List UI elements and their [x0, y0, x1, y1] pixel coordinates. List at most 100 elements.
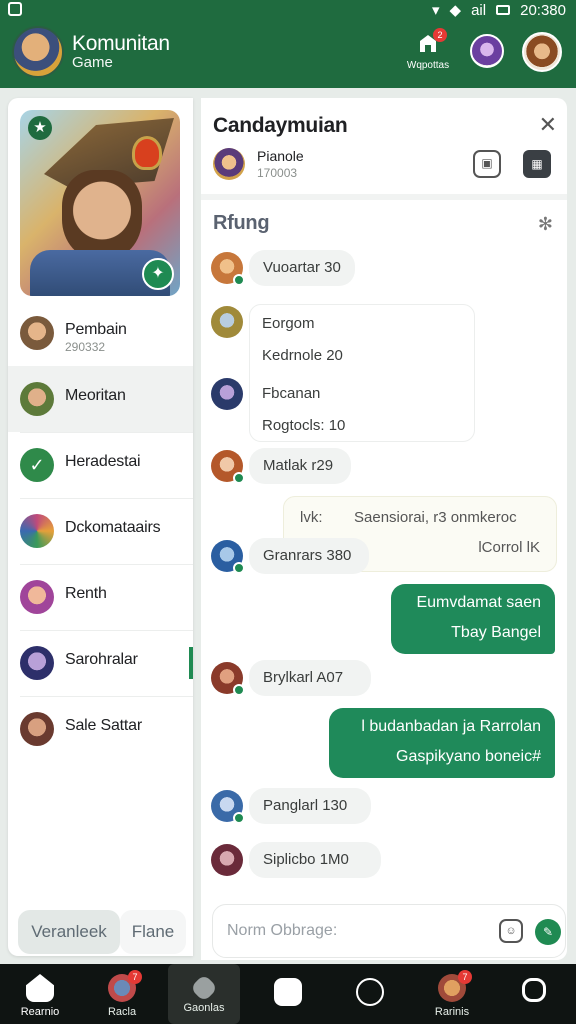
nav-badge: 7	[128, 970, 142, 984]
hero-face	[62, 170, 142, 260]
grid-icon[interactable]: ▦	[523, 150, 551, 178]
nav-label: Rarinis	[434, 1006, 470, 1018]
status-app-icon	[8, 2, 22, 16]
send-icon[interactable]: ✎	[535, 919, 561, 945]
close-icon[interactable]: ✕	[539, 112, 557, 138]
online-indicator	[233, 812, 245, 824]
sidebar-item-label: Pembain	[65, 321, 127, 338]
nav-item-racla[interactable]: 7 Racla	[86, 964, 158, 1024]
card-line: Fbcanan	[262, 385, 321, 402]
sidebar-item-pembain[interactable]: Pembain 290332	[8, 300, 193, 366]
system-text: lvk:	[300, 509, 323, 526]
hero-action-button[interactable]: ✦	[142, 258, 174, 290]
status-right: ▾ ◆ ail 20:380	[432, 1, 566, 20]
message-composer[interactable]: Norm Obbrage: ☺ ✎	[212, 904, 566, 958]
message-bubble: Brylkarl A07	[249, 660, 371, 696]
pill-selected[interactable]: Veranleek	[18, 910, 120, 954]
outgoing-line: Tbay Bangel	[451, 624, 541, 641]
avatar[interactable]	[211, 378, 243, 410]
notifications-button[interactable]: 2 Wqpottas	[402, 28, 454, 71]
sidebar-item-label: Renth	[65, 585, 107, 602]
notifications-badge: 2	[433, 28, 447, 42]
avatar	[20, 580, 54, 614]
gamepad-icon	[274, 978, 302, 1006]
avatar-icon: 7	[438, 970, 472, 1002]
carrier-text: ail	[471, 1, 487, 19]
nav-label: Rearnio	[20, 1006, 60, 1018]
app-logo[interactable]	[12, 26, 64, 78]
notifications-label: Wqpottas	[406, 60, 450, 71]
sidebar-item-meoritan[interactable]: Meoritan	[8, 366, 193, 432]
sidebar-item-label: Sarohralar	[65, 651, 138, 668]
message-bubble: Vuoartar 30	[249, 250, 355, 286]
avatar[interactable]	[211, 306, 243, 338]
app-subtitle: Game	[72, 54, 113, 71]
message-name: Vuoartar	[263, 259, 320, 276]
stack-icon	[522, 978, 546, 1002]
message-bubble: Siplicbo 1M0	[249, 842, 381, 878]
card-line: Kedrnole 20	[262, 347, 343, 364]
app-bar: Komunitan Game 2 Wqpottas	[0, 20, 576, 88]
check-icon: ✓	[20, 448, 54, 482]
chat-user-name: Pianole	[257, 148, 304, 164]
outgoing-message: l budanbadan ja Rarrolan Gaspikyano bone…	[329, 708, 555, 778]
message-value: 30	[324, 259, 341, 276]
message-name: Brylkarl	[263, 669, 314, 686]
sidebar-item-sale-sattar[interactable]: Sale Sattar	[8, 696, 193, 762]
avatar	[20, 382, 54, 416]
composer-placeholder: Norm Obbrage:	[227, 922, 338, 939]
nav-item-home[interactable]: Rearnio	[4, 964, 76, 1024]
outgoing-message: Eumvdamat saen Tbay Bangel	[391, 584, 555, 654]
nav-item-gaonlas[interactable]: Gaonlas	[168, 964, 240, 1024]
chat-user-avatar[interactable]	[213, 148, 245, 180]
avatar-icon: 7	[108, 970, 142, 1002]
system-text: Saensiorai, r3 onmkeroc	[354, 509, 517, 526]
message-name: Granrars	[263, 547, 323, 564]
message-bubble: Panglarl 130	[249, 788, 371, 824]
message-value: 1M0	[319, 851, 349, 868]
pill-other[interactable]: Flane	[120, 910, 186, 954]
share-icon[interactable]: ▣	[473, 150, 501, 178]
notifications-icon: 2	[417, 28, 447, 56]
battery-icon	[496, 5, 511, 15]
bottom-navigation: Rearnio 7 Racla Gaonlas 7 Rarinis	[0, 964, 576, 1024]
avatar	[20, 514, 54, 548]
message-bubble: Matlak r29	[249, 448, 351, 484]
sidebar-item-dckomataairs[interactable]: Dckomataairs	[8, 498, 193, 564]
emoji-icon[interactable]: ☺	[499, 919, 523, 943]
nav-item-compass[interactable]	[334, 964, 406, 1024]
message-value: r29	[311, 457, 334, 474]
filter-pills: Veranleek Flane	[14, 910, 186, 954]
message-name: Panglarl	[263, 797, 319, 814]
chat-title: Candaymuian	[213, 114, 348, 137]
online-indicator	[233, 684, 245, 696]
outgoing-line: Gaspikyano boneic#	[396, 748, 541, 765]
outgoing-line: Eumvdamat saen	[416, 594, 541, 611]
nav-item-controller[interactable]	[252, 964, 324, 1024]
nav-item-rarinis[interactable]: 7 Rarinis	[416, 964, 488, 1024]
nav-item-stack[interactable]	[498, 964, 570, 1024]
sidebar-item-renth[interactable]: Renth	[8, 564, 193, 630]
sidebar-item-heradestai[interactable]: ✓ Heradestai	[8, 432, 193, 498]
avatar[interactable]	[211, 844, 243, 876]
online-indicator	[233, 562, 245, 574]
sidebar-item-sub: 290332	[65, 340, 106, 354]
signal-icon: ▾	[432, 2, 440, 19]
message-bubble: Granrars 380	[249, 538, 369, 574]
header-avatar-profile[interactable]	[522, 32, 562, 72]
star-icon[interactable]: ★	[28, 116, 52, 140]
message-value: 380	[326, 547, 352, 564]
nav-label: Racla	[107, 1006, 137, 1018]
hero-card[interactable]: ★ ✦	[20, 110, 180, 296]
hero-gem	[132, 136, 162, 170]
message-card: Eorgom Kedrnole 20 Fbcanan Rogtocls: 10	[249, 304, 475, 442]
cube-icon	[189, 973, 219, 1003]
chat-user-id: 170003	[257, 166, 298, 180]
header-avatar-purple[interactable]	[470, 34, 504, 68]
avatar	[20, 712, 54, 746]
card-line: Eorgom	[262, 315, 315, 332]
message-name: Siplicbo	[263, 851, 316, 868]
sidebar-item-sarohralar[interactable]: Sarohralar	[8, 630, 193, 696]
settings-icon[interactable]: ✻	[538, 214, 553, 235]
chat-panel: Candaymuian ✕ Pianole 170003 ▣ ▦ Rfung ✻…	[201, 98, 567, 960]
